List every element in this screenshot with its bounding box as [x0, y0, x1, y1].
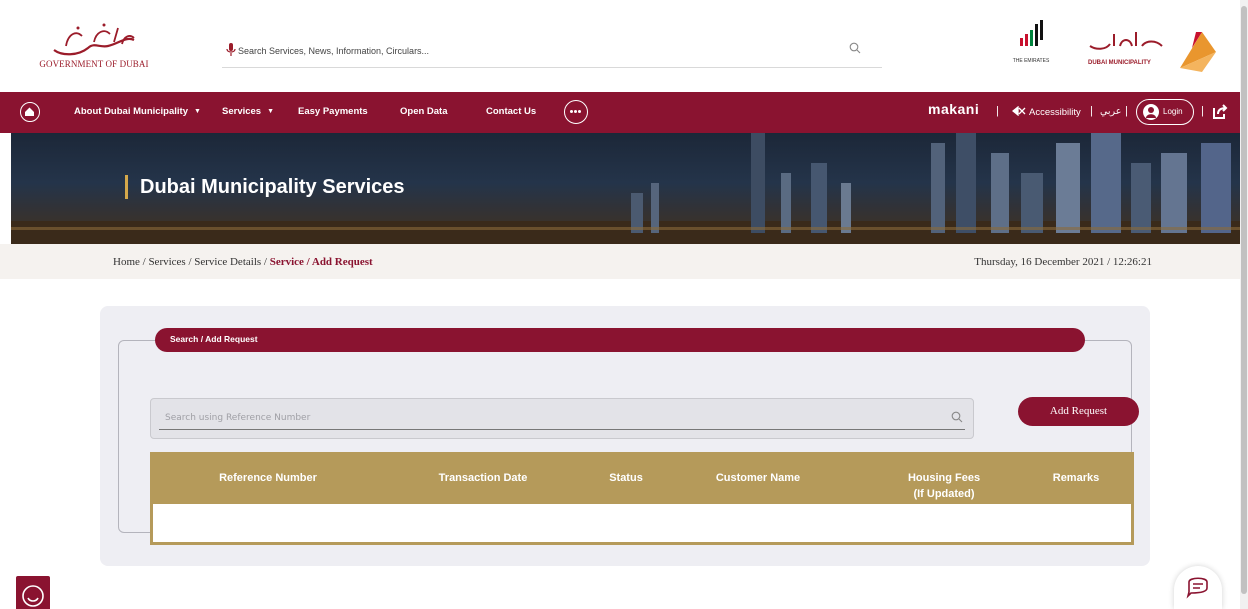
login-label: Login	[1163, 107, 1183, 116]
feedback-widget-button[interactable]	[16, 576, 50, 609]
accessibility-link[interactable]: Accessibility	[1011, 105, 1081, 118]
nav-separator: |	[1125, 105, 1128, 117]
nav-open-data-label: Open Data	[400, 106, 448, 117]
more-dots-icon	[570, 110, 581, 113]
nav-about-dubai-municipality[interactable]: About Dubai Municipality ▼	[74, 106, 201, 117]
request-panel: Add Request Reference Number Transaction…	[100, 306, 1150, 566]
nav-services-label: Services	[222, 106, 262, 117]
nav-contact-us-label: Contact Us	[486, 106, 537, 117]
legend-title: Search / Add Request	[170, 334, 258, 344]
main-navbar: About Dubai Municipality ▼ Services ▼ Easy…	[0, 92, 1240, 133]
makani-link[interactable]: makani	[928, 101, 979, 117]
government-of-dubai-arabic-calligraphy-icon	[53, 23, 135, 56]
column-header-transaction-date[interactable]: Transaction Date	[416, 470, 550, 486]
nav-separator: |	[1090, 105, 1093, 117]
search-icon[interactable]	[849, 42, 861, 54]
column-header-housing-fees[interactable]: Housing Fees (If Updated)	[880, 470, 1008, 502]
nav-separator: |	[1201, 105, 1204, 117]
breadcrumb-current: Service / Add Request	[269, 256, 373, 268]
table-body-empty	[153, 504, 1131, 542]
chatbot-button[interactable]	[1174, 566, 1222, 609]
accessibility-icon	[1011, 105, 1026, 117]
nav-separator: |	[996, 105, 999, 117]
page-banner: Dubai Municipality Services	[11, 133, 1243, 244]
government-of-dubai-text: GOVERNMENT OF DUBAI	[39, 59, 149, 69]
global-search	[222, 38, 882, 68]
breadcrumb[interactable]: Home / Services / Service Details / Serv…	[113, 256, 373, 268]
breadcrumb-bar: Home / Services / Service Details / Serv…	[0, 244, 1240, 279]
requests-table: Reference Number Transaction Date Status…	[150, 452, 1134, 545]
the-emirates-bars-icon	[1020, 20, 1043, 46]
nav-easy-payments[interactable]: Easy Payments	[298, 106, 368, 117]
dubai-municipality-logo[interactable]: DUBAI MUNICIPALITY	[1086, 28, 1218, 74]
nav-contact-us[interactable]: Contact Us	[486, 106, 536, 117]
dubai-municipality-mark-icon	[1180, 32, 1216, 72]
search-underline	[159, 429, 965, 430]
smiley-icon	[22, 585, 44, 607]
column-header-customer-name[interactable]: Customer Name	[696, 470, 820, 486]
dubai-municipality-caption: DUBAI MUNICIPALITY	[1088, 60, 1151, 66]
arabic-language-link[interactable]: عربي	[1100, 106, 1121, 117]
the-emirates-caption: THE EMIRATES	[1012, 58, 1050, 64]
login-button[interactable]: Login	[1136, 99, 1194, 125]
top-header: GOVERNMENT OF DUBAI THE EMIRATES DUBAI M…	[0, 0, 1240, 92]
nav-about-label: About Dubai Municipality	[74, 106, 188, 117]
add-request-button[interactable]: Add Request	[1018, 397, 1139, 426]
accessibility-label: Accessibility	[1029, 107, 1081, 118]
the-emirates-logo[interactable]: THE EMIRATES	[1008, 20, 1054, 74]
request-fieldset: Add Request Reference Number Transaction…	[118, 340, 1139, 545]
home-icon	[25, 107, 34, 116]
reference-search	[150, 398, 974, 439]
column-header-status[interactable]: Status	[584, 470, 668, 486]
nav-open-data[interactable]: Open Data	[400, 106, 448, 117]
chat-bubble-icon	[1186, 577, 1208, 599]
global-search-input[interactable]	[238, 40, 838, 62]
nav-easy-payments-label: Easy Payments	[298, 106, 368, 117]
dubai-municipality-arabic-icon	[1089, 32, 1163, 50]
banner-title: Dubai Municipality Services	[125, 175, 405, 199]
home-button[interactable]	[20, 102, 40, 122]
chevron-down-icon: ▼	[267, 108, 275, 115]
share-exit-icon[interactable]	[1211, 103, 1229, 121]
column-header-remarks[interactable]: Remarks	[1022, 470, 1130, 486]
column-header-reference-number[interactable]: Reference Number	[180, 470, 356, 486]
scrollbar-thumb[interactable]	[1241, 6, 1247, 594]
reference-search-input[interactable]	[165, 408, 925, 428]
page-scrollbar[interactable]	[1240, 0, 1248, 609]
nav-services[interactable]: Services ▼	[222, 106, 274, 117]
user-icon	[1143, 104, 1159, 120]
government-of-dubai-logo[interactable]: GOVERNMENT OF DUBAI	[34, 22, 154, 74]
more-menu-button[interactable]	[564, 100, 588, 124]
search-add-request-legend: Search / Add Request	[155, 328, 1085, 352]
breadcrumb-path[interactable]: Home / Services / Service Details /	[113, 256, 270, 268]
microphone-icon[interactable]	[226, 43, 236, 57]
current-datetime: Thursday, 16 December 2021 / 12:26:21	[974, 256, 1152, 268]
search-icon[interactable]	[951, 411, 963, 423]
chevron-down-icon: ▼	[194, 108, 201, 115]
